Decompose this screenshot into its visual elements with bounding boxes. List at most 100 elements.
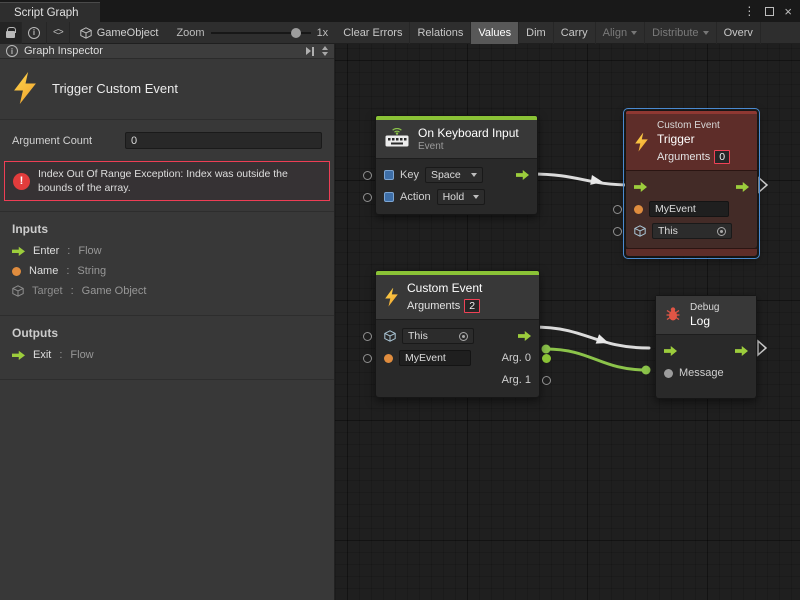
output-row-exit: Exit : Flow bbox=[12, 349, 322, 361]
button-label: Dim bbox=[526, 27, 546, 39]
io-type: Flow bbox=[70, 349, 93, 361]
wire-endpoint bbox=[642, 366, 651, 375]
play-indicator-icon bbox=[759, 178, 767, 192]
action-dropdown[interactable]: Hold bbox=[437, 189, 485, 205]
value-input-port[interactable] bbox=[363, 171, 372, 180]
slider-thumb[interactable] bbox=[291, 28, 301, 38]
value-input-port[interactable] bbox=[363, 332, 372, 341]
inspector-header: Graph Inspector bbox=[0, 44, 334, 59]
io-name: Exit bbox=[33, 349, 51, 361]
value-input-port[interactable] bbox=[613, 205, 622, 214]
relations-button[interactable]: Relations bbox=[410, 22, 471, 44]
object-picker-icon[interactable] bbox=[459, 332, 468, 341]
port-row-message: Message bbox=[656, 362, 756, 384]
dropdown-value: Hold bbox=[443, 191, 465, 203]
inspector-title-block: Trigger Custom Event bbox=[0, 59, 334, 120]
wire-customevent-to-debug bbox=[533, 327, 649, 348]
port-row-key: Key Space bbox=[376, 164, 537, 186]
flow-output-port[interactable] bbox=[736, 182, 749, 193]
node-header[interactable]: On Keyboard Input Event bbox=[376, 120, 537, 159]
node-trigger-custom-event[interactable]: Custom Event Trigger Arguments 0 bbox=[625, 110, 758, 257]
flow-output-port[interactable] bbox=[516, 170, 529, 181]
arg1-output-port[interactable] bbox=[542, 376, 551, 385]
node-body: Key Space Action Hold bbox=[376, 159, 537, 214]
chevron-down-icon bbox=[703, 31, 709, 35]
window-controls: ⋮ × bbox=[735, 0, 800, 22]
dim-button[interactable]: Dim bbox=[519, 22, 554, 44]
dropdown-value: Space bbox=[431, 169, 461, 181]
arguments-count-field[interactable]: 2 bbox=[464, 299, 480, 313]
message-port-icon[interactable] bbox=[664, 369, 673, 378]
lock-button[interactable] bbox=[0, 22, 22, 44]
inputs-section: Inputs Enter : Flow Name : String Target… bbox=[0, 211, 334, 316]
node-debug-log[interactable]: Debug Log Message bbox=[655, 295, 757, 399]
argument-count-label: Argument Count bbox=[12, 135, 125, 147]
inputs-header: Inputs bbox=[12, 222, 322, 236]
node-header[interactable]: Debug Log bbox=[656, 296, 756, 335]
bug-icon bbox=[664, 305, 682, 326]
flow-output-port[interactable] bbox=[735, 346, 748, 357]
arg0-output-port[interactable] bbox=[542, 354, 551, 363]
io-separator: : bbox=[66, 265, 69, 277]
close-icon[interactable]: × bbox=[784, 5, 792, 18]
inspect-button[interactable] bbox=[22, 22, 47, 44]
dropdown-value: This bbox=[408, 330, 428, 342]
port-label: Arg. 1 bbox=[502, 374, 531, 386]
event-name-input[interactable] bbox=[649, 201, 729, 217]
flow-input-port[interactable] bbox=[634, 182, 647, 193]
io-name: Enter bbox=[33, 245, 59, 257]
value-input-port[interactable] bbox=[363, 354, 372, 363]
object-picker-icon[interactable] bbox=[717, 227, 726, 236]
input-row-target: Target : Game Object bbox=[12, 285, 322, 297]
node-subtitle: Event bbox=[418, 141, 519, 152]
node-header[interactable]: Custom Event Arguments 2 bbox=[376, 275, 539, 320]
info-icon bbox=[6, 45, 18, 57]
values-button[interactable]: Values bbox=[471, 22, 519, 44]
zoom-slider[interactable] bbox=[211, 27, 311, 39]
arguments-row: Arguments 0 bbox=[657, 150, 730, 164]
argument-count-input[interactable] bbox=[125, 132, 322, 149]
node-title: Custom Event bbox=[407, 281, 482, 295]
button-label: Align bbox=[603, 27, 627, 39]
target-object-field[interactable]: This bbox=[402, 328, 474, 344]
io-type: Game Object bbox=[82, 285, 147, 297]
scroll-arrows-icon[interactable] bbox=[322, 46, 328, 56]
inspector-header-icons bbox=[306, 46, 328, 56]
lightning-icon bbox=[634, 133, 649, 152]
key-dropdown[interactable]: Space bbox=[425, 167, 483, 183]
graph-canvas[interactable]: On Keyboard Input Event Key Space bbox=[335, 44, 800, 600]
code-view-button[interactable]: <> bbox=[47, 22, 70, 44]
value-input-port[interactable] bbox=[363, 193, 372, 202]
clear-errors-button[interactable]: Clear Errors bbox=[336, 22, 410, 44]
align-button[interactable]: Align bbox=[596, 22, 645, 44]
node-custom-event[interactable]: Custom Event Arguments 2 This bbox=[375, 270, 540, 398]
node-title: Log bbox=[690, 314, 719, 328]
node-on-keyboard-input[interactable]: On Keyboard Input Event Key Space bbox=[375, 115, 538, 215]
flow-icon bbox=[12, 350, 25, 360]
gameobject-chip[interactable]: GameObject bbox=[70, 27, 169, 39]
tab-script-graph[interactable]: Script Graph bbox=[0, 2, 100, 22]
unity-cube-icon bbox=[80, 27, 92, 39]
outputs-section: Outputs Exit : Flow bbox=[0, 316, 334, 380]
flow-output-port[interactable] bbox=[518, 331, 531, 342]
event-name-input[interactable] bbox=[399, 350, 471, 366]
distribute-button[interactable]: Distribute bbox=[645, 22, 716, 44]
value-input-port[interactable] bbox=[613, 227, 622, 236]
target-object-field[interactable]: This bbox=[652, 223, 732, 239]
io-name: Target bbox=[32, 285, 63, 297]
node-body: Message bbox=[656, 335, 756, 398]
arguments-count-field[interactable]: 0 bbox=[714, 150, 730, 164]
info-icon bbox=[28, 27, 40, 39]
unity-script-graph-window: Script Graph ⋮ × <> GameObject Zoom 1x C… bbox=[0, 0, 800, 600]
io-type: Flow bbox=[78, 245, 101, 257]
flow-input-port[interactable] bbox=[664, 346, 677, 357]
input-row-enter: Enter : Flow bbox=[12, 245, 322, 257]
carry-button[interactable]: Carry bbox=[554, 22, 596, 44]
zoom-value: 1x bbox=[317, 27, 329, 39]
chevron-down-icon bbox=[631, 31, 637, 35]
node-header[interactable]: Custom Event Trigger Arguments 0 bbox=[626, 114, 757, 171]
dock-panel-icon[interactable] bbox=[306, 47, 314, 56]
maximize-icon[interactable] bbox=[765, 7, 774, 16]
menu-icon[interactable]: ⋮ bbox=[743, 5, 755, 17]
overview-button[interactable]: Overv bbox=[717, 22, 761, 44]
